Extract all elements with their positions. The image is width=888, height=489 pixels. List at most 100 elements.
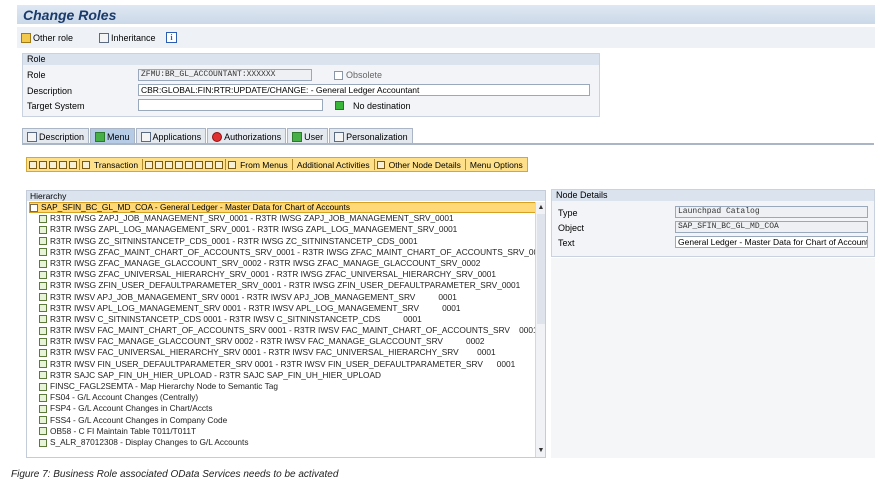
- role-section: Role Role ZFMU:BR_GL_ACCOUNTANT:XXXXXX O…: [22, 53, 600, 117]
- tree-node[interactable]: R3TR SAJC SAP_FIN_UH_HIER_UPLOAD - R3TR …: [29, 370, 537, 381]
- tree-node[interactable]: FSS4 - G/L Account Changes in Company Co…: [29, 415, 537, 426]
- print-icon[interactable]: [175, 160, 184, 169]
- tab-menu[interactable]: Menu: [90, 128, 135, 144]
- service-node-icon: [39, 416, 47, 425]
- refresh-icon[interactable]: [195, 160, 204, 169]
- description-field[interactable]: CBR:GLOBAL:FIN:RTR:UPDATE/CHANGE: - Gene…: [138, 84, 590, 96]
- tree-node[interactable]: R3TR IWSV FAC_MAINT_CHART_OF_ACCOUNTS_SR…: [29, 325, 538, 336]
- tree-node[interactable]: R3TR IWSV APL_LOG_MANAGEMENT_SRV 0001 - …: [29, 303, 537, 314]
- tree-node-label: S_ALR_87012308 - Display Changes to G/L …: [50, 436, 249, 447]
- tree-node[interactable]: R3TR IWSV APJ_JOB_MANAGEMENT_SRV 0001 - …: [29, 292, 537, 303]
- service-node-icon: [39, 326, 47, 335]
- info-button[interactable]: i: [166, 30, 177, 45]
- tree-node-label: R3TR IWSG ZC_SITNINSTANCETP_CDS_0001 - R…: [50, 235, 418, 246]
- other-role-label: Other role: [33, 32, 74, 43]
- text-label: Text: [558, 238, 575, 248]
- tree-node-label: FS04 - G/L Account Changes (Centrally): [50, 392, 199, 403]
- tree-node-label: R3TR IWSV FAC_MANAGE_GLACCOUNT_SRV 0002 …: [50, 336, 485, 347]
- hierarchy-tree: SAP_SFIN_BC_GL_MD_COA - General Ledger -…: [29, 202, 545, 448]
- other-role-button[interactable]: Other role: [21, 30, 73, 45]
- service-node-icon: [39, 214, 47, 223]
- tree-node-label: FSP4 - G/L Account Changes in Chart/Acct…: [50, 403, 213, 414]
- folder-icon[interactable]: [39, 160, 47, 169]
- tree-node-label: R3TR IWSV FAC_MAINT_CHART_OF_ACCOUNTS_SR…: [50, 325, 538, 336]
- tree-node[interactable]: FINSC_FAGL2SEMTA - Map Hierarchy Node to…: [29, 381, 537, 392]
- tree-node-label: R3TR IWSG ZFIN_USER_DEFAULTPARAMETER_SRV…: [50, 280, 521, 291]
- expand-icon[interactable]: [29, 160, 37, 169]
- tree-node[interactable]: R3TR IWSG ZAPL_LOG_MANAGEMENT_SRV_0001 -…: [29, 224, 537, 235]
- tree-node[interactable]: R3TR IWSV FAC_MANAGE_GLACCOUNT_SRV 0002 …: [29, 336, 537, 347]
- node-details-empty-area: [551, 258, 875, 458]
- service-node-icon: [39, 371, 47, 380]
- tab-user[interactable]: User: [287, 128, 329, 144]
- role-switch-icon: [21, 32, 31, 43]
- toolbar-separator: [291, 159, 293, 170]
- find-next-icon[interactable]: [165, 160, 174, 169]
- tree-node-label: R3TR IWSV APJ_JOB_MANAGEMENT_SRV 0001 - …: [50, 291, 457, 302]
- move-down-icon[interactable]: [59, 160, 67, 169]
- object-label: Object: [558, 223, 585, 233]
- scroll-up-icon[interactable]: ▲: [537, 204, 545, 212]
- tree-node[interactable]: R3TR IWSV FIN_USER_DEFAULTPARAMETER_SRV …: [29, 359, 537, 370]
- additional-activities-button[interactable]: Additional Activities: [295, 160, 372, 170]
- transaction-button[interactable]: Transaction: [92, 160, 140, 170]
- tree-node[interactable]: R3TR IWSG ZC_SITNINSTANCETP_CDS_0001 - R…: [29, 236, 537, 247]
- service-node-icon: [39, 404, 47, 413]
- tab-personalization[interactable]: Personalization: [329, 128, 413, 144]
- role-tabs: Description Menu Applications Authorizat…: [22, 128, 414, 144]
- menu-options-button[interactable]: Menu Options: [468, 160, 525, 170]
- tree-node[interactable]: R3TR IWSV FAC_UNIVERSAL_HIERARCHY_SRV 00…: [29, 347, 537, 358]
- tree-node[interactable]: OB58 - C FI Maintain Table T011/T011T: [29, 426, 537, 437]
- scroll-down-icon[interactable]: ▼: [537, 447, 545, 455]
- tree-node[interactable]: R3TR IWSG ZAPJ_JOB_MANAGEMENT_SRV_0001 -…: [29, 213, 537, 224]
- find-icon[interactable]: [155, 160, 164, 169]
- tree-node-label: R3TR SAJC SAP_FIN_UH_HIER_UPLOAD - R3TR …: [50, 369, 382, 380]
- hierarchy-header: Hierarchy: [27, 191, 545, 201]
- tree-node-label: R3TR IWSG ZAPJ_JOB_MANAGEMENT_SRV_0001 -…: [50, 213, 454, 224]
- tree-node-label: R3TR IWSV APL_LOG_MANAGEMENT_SRV 0001 - …: [50, 302, 461, 313]
- tree-node-label: R3TR IWSV FAC_UNIVERSAL_HIERARCHY_SRV 00…: [50, 347, 496, 358]
- personalization-icon: [334, 131, 345, 142]
- obsolete-label: Obsolete: [346, 70, 383, 80]
- service-node-icon: [39, 438, 47, 447]
- from-menus-button[interactable]: From Menus: [238, 160, 290, 170]
- tree-node[interactable]: S_ALR_87012308 - Display Changes to G/L …: [29, 437, 537, 448]
- service-node-icon: [39, 427, 47, 436]
- tab-divider: [22, 143, 874, 145]
- delete-icon[interactable]: [145, 160, 154, 169]
- tree-node[interactable]: R3TR IWSV C_SITNINSTANCETP_CDS 0001 - R3…: [29, 314, 537, 325]
- move-up-icon[interactable]: [69, 160, 77, 169]
- inheritance-icon: [99, 32, 109, 43]
- link-icon[interactable]: [205, 160, 214, 169]
- tree-node[interactable]: R3TR IWSG ZFAC_MANAGE_GLACCOUNT_SRV_0002…: [29, 258, 537, 269]
- tab-applications[interactable]: Applications: [135, 128, 207, 144]
- service-node-icon: [39, 225, 47, 234]
- tree-node[interactable]: FS04 - G/L Account Changes (Centrally): [29, 392, 537, 403]
- tree-node-label: R3TR IWSV C_SITNINSTANCETP_CDS 0001 - R3…: [50, 313, 422, 324]
- hierarchy-scrollbar[interactable]: ▲ ▼: [535, 202, 545, 457]
- tree-root-node[interactable]: SAP_SFIN_BC_GL_MD_COA - General Ledger -…: [29, 202, 537, 214]
- other-node-details-button[interactable]: Other Node Details: [387, 160, 463, 170]
- inheritance-button[interactable]: Inheritance: [99, 30, 156, 45]
- tab-description[interactable]: Description: [22, 128, 90, 144]
- obsolete-checkbox[interactable]: [334, 71, 343, 80]
- tab-authorizations[interactable]: Authorizations: [207, 128, 287, 144]
- tree-node[interactable]: R3TR IWSG ZFIN_USER_DEFAULTPARAMETER_SRV…: [29, 280, 537, 291]
- search-icon[interactable]: [185, 160, 194, 169]
- target-system-field[interactable]: [138, 99, 323, 111]
- scroll-thumb[interactable]: [537, 214, 545, 324]
- menu-toolbar: Transaction From Menus Additional Activi…: [26, 157, 528, 172]
- text-field[interactable]: General Ledger - Master Data for Chart o…: [675, 236, 868, 248]
- tree-node[interactable]: R3TR IWSG ZFAC_MAINT_CHART_OF_ACCOUNTS_S…: [29, 247, 545, 258]
- service-node-icon: [39, 337, 47, 346]
- service-node-icon: [39, 393, 47, 402]
- toolbar-separator: [142, 159, 144, 170]
- target-system-label: Target System: [27, 101, 85, 111]
- menu-icon: [95, 131, 106, 142]
- service-node-icon: [39, 270, 47, 279]
- tree-node[interactable]: FSP4 - G/L Account Changes in Chart/Acct…: [29, 403, 537, 414]
- info-icon[interactable]: [215, 160, 224, 169]
- tree-node-label: FINSC_FAGL2SEMTA - Map Hierarchy Node to…: [50, 381, 278, 391]
- tree-node[interactable]: R3TR IWSG ZFAC_UNIVERSAL_HIERARCHY_SRV_0…: [29, 269, 537, 280]
- collapse-icon[interactable]: [49, 160, 57, 169]
